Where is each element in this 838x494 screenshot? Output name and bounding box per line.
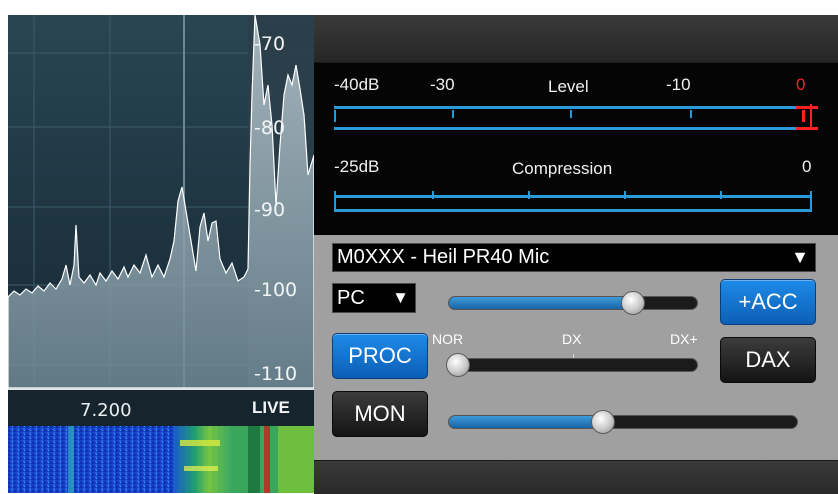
- compression-meter: [334, 191, 812, 212]
- level-max-label: 0: [796, 75, 806, 94]
- chevron-down-icon: ▼: [392, 288, 409, 307]
- compression-meter-title: Compression: [512, 159, 613, 178]
- waterfall-display[interactable]: [8, 426, 314, 493]
- db-scale-label: -70: [254, 33, 286, 55]
- level-meter-title: Level: [548, 77, 589, 96]
- level-scale-label: -30: [430, 75, 455, 94]
- db-scale-label: -80: [254, 117, 286, 139]
- radio-app: -70 -80 -90 -100 -110 7.200 LIVE -40dB -…: [0, 0, 838, 494]
- chevron-down-icon: ▼: [791, 247, 809, 267]
- frequency-label: 7.200: [80, 400, 132, 421]
- mic-level-slider[interactable]: [448, 296, 698, 310]
- level-meter: [334, 104, 818, 130]
- panadapter[interactable]: -70 -80 -90 -100 -110 7.200 LIVE: [8, 15, 314, 493]
- proc-label-dxplus: DX+: [670, 331, 698, 347]
- mic-level-knob[interactable]: [621, 291, 645, 315]
- proc-button[interactable]: PROC: [332, 333, 428, 379]
- dax-button[interactable]: DAX: [720, 337, 816, 383]
- mic-profile-value: M0XXX - Heil PR40 Mic: [337, 246, 550, 268]
- proc-slider[interactable]: [448, 358, 698, 372]
- db-scale-label: -90: [254, 199, 286, 221]
- meter-area: -40dB -30 Level -10 0 -25dB Compression …: [314, 63, 838, 235]
- monitor-level-knob[interactable]: [591, 410, 615, 434]
- mic-level-fill: [449, 297, 634, 309]
- compression-max-label: 0: [802, 157, 812, 176]
- transmit-controls: M0XXX - Heil PR40 Mic ▼ PC ▼ +ACC PROC D…: [314, 235, 838, 460]
- frequency-scale[interactable]: 7.200 LIVE: [8, 388, 314, 428]
- mic-profile-dropdown[interactable]: M0XXX - Heil PR40 Mic ▼: [332, 243, 816, 272]
- mon-button[interactable]: MON: [332, 391, 428, 437]
- monitor-level-fill: [449, 416, 604, 428]
- mic-input-select[interactable]: PC ▼: [332, 283, 416, 313]
- db-scale-label: -110: [254, 363, 298, 385]
- proc-knob[interactable]: [446, 353, 470, 377]
- acc-button[interactable]: +ACC: [720, 279, 816, 325]
- mic-input-value: PC: [337, 287, 365, 309]
- compression-scale-label: -25dB: [334, 157, 380, 176]
- proc-label-nor: NOR: [432, 331, 464, 347]
- proc-label-dx: DX: [562, 331, 582, 347]
- panel-footer: [314, 460, 838, 494]
- live-indicator: LIVE: [252, 398, 290, 417]
- monitor-level-slider[interactable]: [448, 415, 798, 429]
- level-scale-label: -10: [666, 75, 691, 94]
- db-scale-label: -100: [254, 279, 298, 301]
- level-scale-label: -40dB: [334, 75, 380, 94]
- transmit-panel: -40dB -30 Level -10 0 -25dB Compression …: [314, 15, 838, 494]
- panel-header: [314, 15, 838, 63]
